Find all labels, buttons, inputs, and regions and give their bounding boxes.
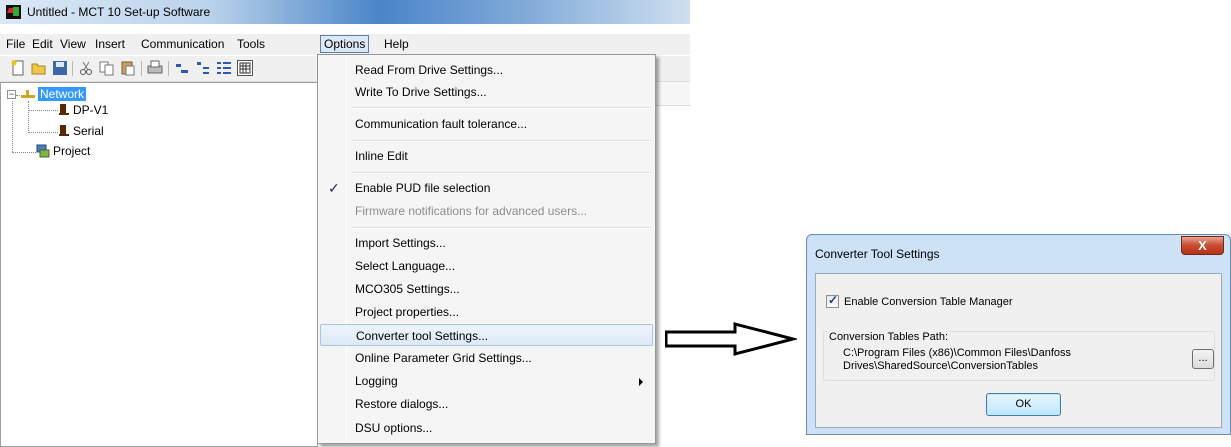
conversion-path-text: C:\Program Files (x86)\Common Files\Danf… [843, 347, 1143, 373]
menu-item-logging[interactable]: Logging [320, 370, 653, 392]
toolbar-separator [72, 61, 73, 76]
save-icon[interactable] [52, 60, 68, 76]
paste-icon[interactable] [120, 60, 136, 76]
menu-item-label: Communication fault tolerance... [355, 117, 528, 131]
port-icon [58, 124, 70, 136]
menu-file[interactable]: File [6, 37, 25, 51]
menu-edit[interactable]: Edit [32, 37, 53, 51]
dialog-body: Enable Conversion Table Manager Conversi… [815, 273, 1222, 428]
port-icon [58, 103, 70, 115]
menu-item-label: Inline Edit [355, 149, 408, 163]
menu-bar: File Edit View Insert Communication Tool… [0, 34, 690, 55]
toolbar-separator [168, 61, 169, 76]
title-bar: Untitled - MCT 10 Set-up Software [0, 0, 690, 24]
menu-item-mco305-settings[interactable]: MCO305 Settings... [320, 278, 653, 300]
menu-separator [351, 227, 651, 229]
tree-node-serial[interactable]: Serial [73, 124, 104, 138]
path-group-label: Conversion Tables Path: [827, 331, 951, 343]
tree-icon-a[interactable] [174, 60, 190, 76]
menu-item-select-language[interactable]: Select Language... [320, 255, 653, 277]
menu-item-read-from-drive[interactable]: Read From Drive Settings... [320, 59, 653, 81]
menu-item-dsu-options[interactable]: DSU options... [320, 417, 653, 439]
menu-item-write-to-drive[interactable]: Write To Drive Settings... [320, 81, 653, 103]
window-title: Untitled - MCT 10 Set-up Software [27, 5, 211, 19]
conversion-path-group: Conversion Tables Path: C:\Program Files… [823, 331, 1215, 381]
cut-icon[interactable] [78, 60, 94, 76]
menu-help[interactable]: Help [384, 37, 409, 51]
menu-view[interactable]: View [60, 37, 86, 51]
close-button[interactable]: X [1181, 236, 1224, 255]
menu-item-label: Online Parameter Grid Settings... [355, 351, 532, 365]
menu-tools[interactable]: Tools [237, 37, 265, 51]
menu-item-online-parameter-grid-settings[interactable]: Online Parameter Grid Settings... [320, 347, 653, 369]
menu-separator [351, 107, 651, 109]
menu-item-label: Logging [355, 374, 398, 388]
browse-button[interactable]: ... [1192, 349, 1214, 369]
toolbar-separator [141, 61, 142, 76]
project-icon [36, 144, 50, 158]
menu-item-label: DSU options... [355, 421, 433, 435]
tree-node-dpv1[interactable]: DP-V1 [73, 103, 108, 117]
print-icon[interactable] [147, 60, 163, 76]
app-icon [6, 5, 21, 19]
menu-item-label: Read From Drive Settings... [355, 63, 504, 77]
tree-connector [12, 152, 36, 153]
menu-separator [351, 140, 651, 142]
enable-conversion-label[interactable]: Enable Conversion Table Manager [844, 296, 1013, 308]
menu-item-label: Project properties... [355, 305, 460, 319]
menu-item-label: Write To Drive Settings... [355, 85, 487, 99]
tree-connector [28, 132, 58, 133]
menu-insert[interactable]: Insert [95, 37, 125, 51]
project-tree: − Network DP-V1 Serial Project [0, 82, 318, 447]
collapse-icon[interactable]: − [7, 90, 16, 99]
ok-button[interactable]: OK [986, 393, 1061, 416]
menu-item-communication-fault-tolerance[interactable]: Communication fault tolerance... [320, 113, 653, 135]
path-line-2: Drives\SharedSource\ConversionTables [843, 360, 1039, 372]
grid-icon[interactable] [237, 60, 253, 76]
menu-item-label: Converter tool Settings... [356, 329, 489, 343]
enable-conversion-checkbox[interactable] [826, 293, 839, 308]
menu-item-project-properties[interactable]: Project properties... [320, 301, 653, 323]
copy-icon[interactable] [99, 60, 115, 76]
dialog-title: Converter Tool Settings [815, 247, 940, 261]
tree-connector [28, 110, 58, 111]
menu-item-label: Select Language... [355, 259, 456, 273]
menu-item-enable-pud-file-selection[interactable]: ✓ Enable PUD file selection [320, 177, 653, 199]
options-dropdown-menu: Read From Drive Settings... Write To Dri… [317, 54, 656, 444]
checkmark-icon: ✓ [328, 180, 340, 196]
menu-communication[interactable]: Communication [141, 37, 224, 51]
network-icon [20, 89, 35, 101]
menu-item-firmware-notifications: Firmware notifications for advanced user… [320, 200, 653, 222]
menu-item-restore-dialogs[interactable]: Restore dialogs... [320, 393, 653, 415]
new-icon[interactable] [10, 60, 26, 76]
menu-separator [351, 172, 651, 174]
menu-item-label: Firmware notifications for advanced user… [355, 204, 588, 218]
path-line-1: C:\Program Files (x86)\Common Files\Danf… [843, 347, 1072, 359]
menu-item-label: MCO305 Settings... [355, 282, 460, 296]
menu-item-label: Enable PUD file selection [355, 181, 491, 195]
tree-connector [28, 101, 29, 133]
menu-item-label: Import Settings... [355, 236, 446, 250]
tree-node-project[interactable]: Project [53, 144, 90, 158]
arrow-icon [665, 322, 797, 356]
converter-tool-settings-dialog: Converter Tool Settings X Enable Convers… [806, 234, 1231, 435]
open-icon[interactable] [31, 60, 47, 76]
menu-item-import-settings[interactable]: Import Settings... [320, 232, 653, 254]
tree-icon-c[interactable] [216, 60, 232, 76]
tree-node-network[interactable]: Network [38, 87, 87, 101]
submenu-arrow-icon [639, 378, 643, 386]
tree-connector [12, 101, 13, 152]
tree-icon-b[interactable] [195, 60, 211, 76]
menu-item-converter-tool-settings[interactable]: Converter tool Settings... [320, 324, 653, 346]
menu-item-label: Restore dialogs... [355, 397, 449, 411]
menu-item-inline-edit[interactable]: Inline Edit [320, 145, 653, 167]
menu-options[interactable]: Options [320, 35, 370, 53]
